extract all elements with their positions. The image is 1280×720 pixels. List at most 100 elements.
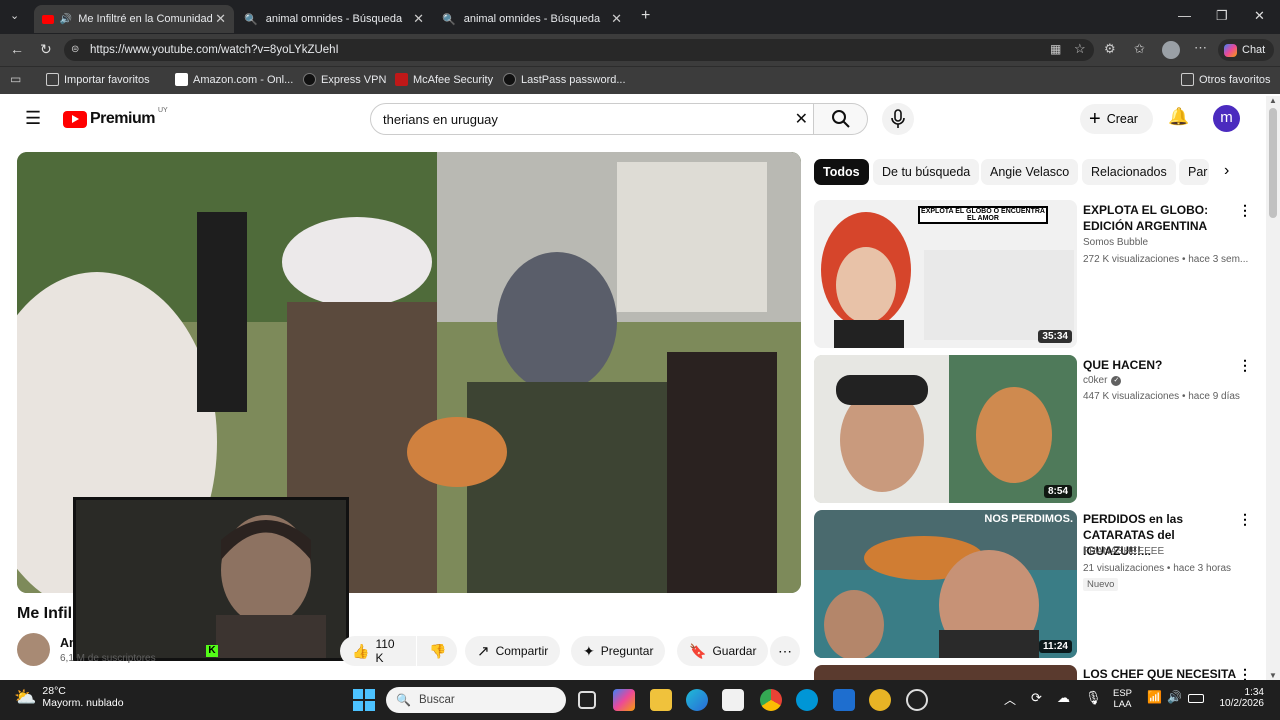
rec-thumbnail-4[interactable] bbox=[814, 665, 1077, 680]
rec-menu-icon[interactable]: ⋮ bbox=[1238, 666, 1252, 680]
bookmark-amazon[interactable]: Amazon.com - Onl... bbox=[175, 73, 293, 86]
rec-menu-icon[interactable]: ⋮ bbox=[1238, 357, 1252, 374]
minimize-icon[interactable]: — bbox=[1178, 8, 1191, 23]
youtube-logo[interactable]: Premium UY bbox=[63, 107, 168, 128]
chip-relacionados[interactable]: Relacionados bbox=[1082, 159, 1176, 185]
chip-partial[interactable]: Par bbox=[1179, 159, 1209, 185]
store-icon[interactable] bbox=[722, 689, 744, 711]
file-explorer-icon[interactable] bbox=[650, 689, 672, 711]
rec-title[interactable]: EXPLOTA EL GLOBO: EDICIÓN ARGENTINA bbox=[1083, 202, 1233, 234]
wifi-icon[interactable]: 📶 bbox=[1147, 690, 1162, 704]
video-title: Me Infil bbox=[17, 605, 73, 622]
account-avatar[interactable]: m bbox=[1213, 105, 1240, 132]
close-icon[interactable]: ✕ bbox=[215, 11, 226, 27]
site-info-icon[interactable]: ⊜ bbox=[71, 39, 79, 61]
rec-thumbnail-3[interactable]: NOS PERDIMOS. 11:24 bbox=[814, 510, 1077, 658]
chevron-right-icon[interactable]: › bbox=[1224, 162, 1229, 180]
mail-icon[interactable] bbox=[833, 689, 855, 711]
chevron-up-icon[interactable]: ︿ bbox=[1004, 691, 1016, 708]
edge-icon[interactable] bbox=[686, 689, 708, 711]
voice-search-button[interactable] bbox=[882, 103, 914, 135]
bookmark-mcafee[interactable]: McAfee Security bbox=[395, 73, 493, 86]
bookmark-other[interactable]: Otros favoritos bbox=[1181, 73, 1271, 86]
microphone-icon[interactable]: 🎙 bbox=[1085, 690, 1102, 706]
rec-channel[interactable]: FRANASHEEEEE bbox=[1083, 545, 1164, 559]
thumbs-down-icon: 👎 bbox=[429, 642, 447, 659]
like-button[interactable]: 👍 110 K bbox=[340, 636, 416, 666]
battery-icon[interactable] bbox=[1188, 694, 1204, 703]
rec-thumbnail-2[interactable]: 8:54 bbox=[814, 355, 1077, 503]
save-button[interactable]: 🔖 Guardar bbox=[677, 636, 769, 666]
rec-channel[interactable]: Somos Bubble bbox=[1083, 236, 1148, 250]
weather-desc: Mayorm. nublado bbox=[42, 697, 124, 709]
mcafee-icon bbox=[395, 73, 408, 86]
scroll-down-icon[interactable]: ▼ bbox=[1269, 671, 1277, 680]
tab-search-1[interactable]: 🔍 animal omnides - Búsqueda ✕ bbox=[236, 5, 432, 33]
channel-name[interactable]: An bbox=[60, 636, 77, 650]
rec-menu-icon[interactable]: ⋮ bbox=[1238, 511, 1252, 528]
favorites-icon[interactable]: ✩ bbox=[1134, 41, 1145, 57]
url-field[interactable]: ⊜ https://www.youtube.com/watch?v=8yoLYk… bbox=[64, 39, 1094, 61]
rec-channel[interactable]: c0ker bbox=[1083, 374, 1107, 388]
chrome-icon[interactable] bbox=[760, 689, 782, 711]
channel-avatar[interactable] bbox=[17, 633, 50, 666]
taskbar-search[interactable]: 🔍 Buscar bbox=[386, 687, 566, 713]
scroll-up-icon[interactable]: ▲ bbox=[1269, 96, 1277, 105]
bookmark-import[interactable]: Importar favoritos bbox=[46, 73, 150, 86]
page-scrollbar[interactable]: ▲ ▼ bbox=[1266, 96, 1280, 680]
more-icon[interactable]: ⋯ bbox=[1194, 40, 1207, 56]
rec-title[interactable]: LOS CHEF QUE NECESITA bbox=[1083, 666, 1253, 680]
close-icon[interactable]: ✕ bbox=[413, 11, 424, 27]
menu-icon[interactable]: ☰ bbox=[25, 108, 41, 129]
extensions-icon[interactable]: ⚙ bbox=[1104, 41, 1116, 57]
rec-thumbnail-1[interactable]: EXPLOTA EL GLOBO O ENCUENTRA EL AMOR 35:… bbox=[814, 200, 1077, 348]
tab-active[interactable]: 🔊 Me Infiltré en la Comunidad T ✕ bbox=[34, 5, 234, 33]
audio-icon[interactable]: 🔊 bbox=[60, 14, 72, 25]
chip-de-tu-busqueda[interactable]: De tu búsqueda bbox=[873, 159, 980, 185]
reload-icon[interactable]: ↻ bbox=[40, 41, 52, 58]
close-icon[interactable]: ✕ bbox=[611, 11, 622, 27]
share-button[interactable]: ↗ Compartir bbox=[465, 636, 561, 666]
tab-search-2[interactable]: 🔍 animal omnides - Búsqueda ✕ bbox=[434, 5, 630, 33]
rec-menu-icon[interactable]: ⋮ bbox=[1238, 202, 1252, 219]
copilot-chat-button[interactable]: Chat bbox=[1218, 39, 1274, 61]
chip-todos[interactable]: Todos bbox=[814, 159, 869, 185]
tab-list-icon[interactable]: ⌄ bbox=[10, 9, 19, 22]
profile-icon[interactable] bbox=[1162, 41, 1180, 59]
hp-icon[interactable] bbox=[796, 689, 818, 711]
create-button[interactable]: + Crear bbox=[1080, 104, 1153, 134]
bookmark-lastpass[interactable]: LastPass password... bbox=[503, 73, 626, 86]
sync-icon[interactable]: ⟳ bbox=[1031, 690, 1042, 706]
clear-search-icon[interactable]: ✕ bbox=[795, 109, 808, 129]
maximize-icon[interactable]: ❐ bbox=[1216, 8, 1228, 24]
notifications-icon[interactable]: 🔔 bbox=[1168, 107, 1189, 127]
scrollbar-thumb[interactable] bbox=[1269, 108, 1277, 218]
reading-list-icon[interactable]: ▭ bbox=[10, 72, 21, 86]
volume-icon[interactable]: 🔊 bbox=[1167, 690, 1182, 704]
norton-icon[interactable] bbox=[869, 689, 891, 711]
back-icon[interactable]: ← bbox=[10, 41, 24, 57]
windows-start-icon[interactable] bbox=[353, 689, 375, 711]
bookmark-expressvpn[interactable]: Express VPN bbox=[303, 73, 386, 86]
rec-title[interactable]: QUE HACEN? bbox=[1083, 357, 1233, 373]
new-tab-icon[interactable]: + bbox=[641, 7, 650, 25]
onedrive-icon[interactable]: ☁ bbox=[1057, 690, 1070, 706]
more-actions-button[interactable]: ⋯ bbox=[770, 636, 800, 666]
chip-angie-velasco[interactable]: Angie Velasco bbox=[981, 159, 1079, 185]
weather-text: 28°C Mayorm. nublado bbox=[42, 685, 123, 709]
bookmarks-bar: ▭ Importar favoritos Amazon.com - Onl...… bbox=[0, 66, 1280, 94]
ask-button[interactable]: ✦ Preguntar bbox=[571, 636, 666, 666]
new-badge: Nuevo bbox=[1083, 578, 1119, 591]
weather-widget[interactable]: ⛅ 28°C Mayorm. nublado bbox=[14, 685, 124, 709]
star-icon[interactable]: ☆ bbox=[1074, 41, 1086, 57]
window-close-icon[interactable]: ✕ bbox=[1254, 8, 1265, 24]
language-indicator[interactable]: ESP LAA bbox=[1113, 688, 1132, 710]
copilot-icon[interactable] bbox=[613, 689, 635, 711]
task-view-icon[interactable] bbox=[578, 691, 596, 709]
apps-icon[interactable]: ▦ bbox=[1050, 42, 1061, 56]
dislike-button[interactable]: 👎 bbox=[417, 636, 457, 666]
search-input[interactable]: therians en uruguay ✕ bbox=[370, 103, 814, 135]
search-button[interactable] bbox=[814, 103, 868, 135]
settings-icon[interactable] bbox=[906, 689, 928, 711]
clock[interactable]: 1:34 10/2/2026 bbox=[1209, 687, 1265, 709]
